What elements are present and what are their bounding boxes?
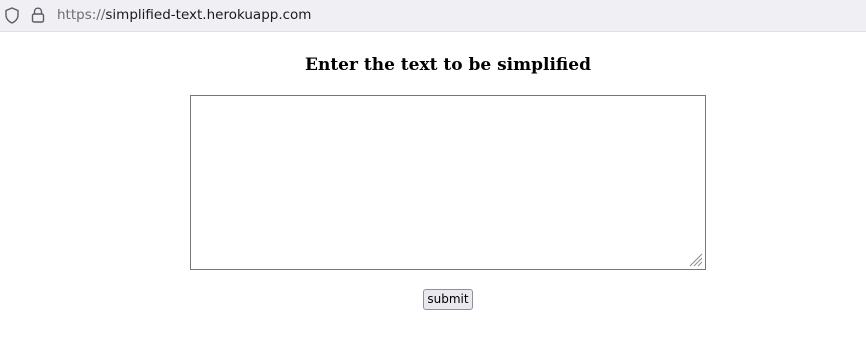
browser-url-bar[interactable]: https://simplified-text.herokuapp.com bbox=[0, 0, 866, 32]
url-text[interactable]: https://simplified-text.herokuapp.com bbox=[57, 6, 311, 24]
shield-icon[interactable] bbox=[5, 7, 19, 24]
page-content: Enter the text to be simplified submit bbox=[0, 33, 866, 341]
submit-button[interactable]: submit bbox=[423, 289, 473, 310]
text-input-area[interactable] bbox=[190, 95, 706, 270]
url-scheme: https:// bbox=[57, 7, 106, 23]
page-heading: Enter the text to be simplified bbox=[305, 55, 591, 75]
lock-icon[interactable] bbox=[31, 7, 45, 23]
resize-grip-icon[interactable] bbox=[689, 253, 703, 267]
url-host: simplified-text.herokuapp.com bbox=[105, 7, 312, 23]
